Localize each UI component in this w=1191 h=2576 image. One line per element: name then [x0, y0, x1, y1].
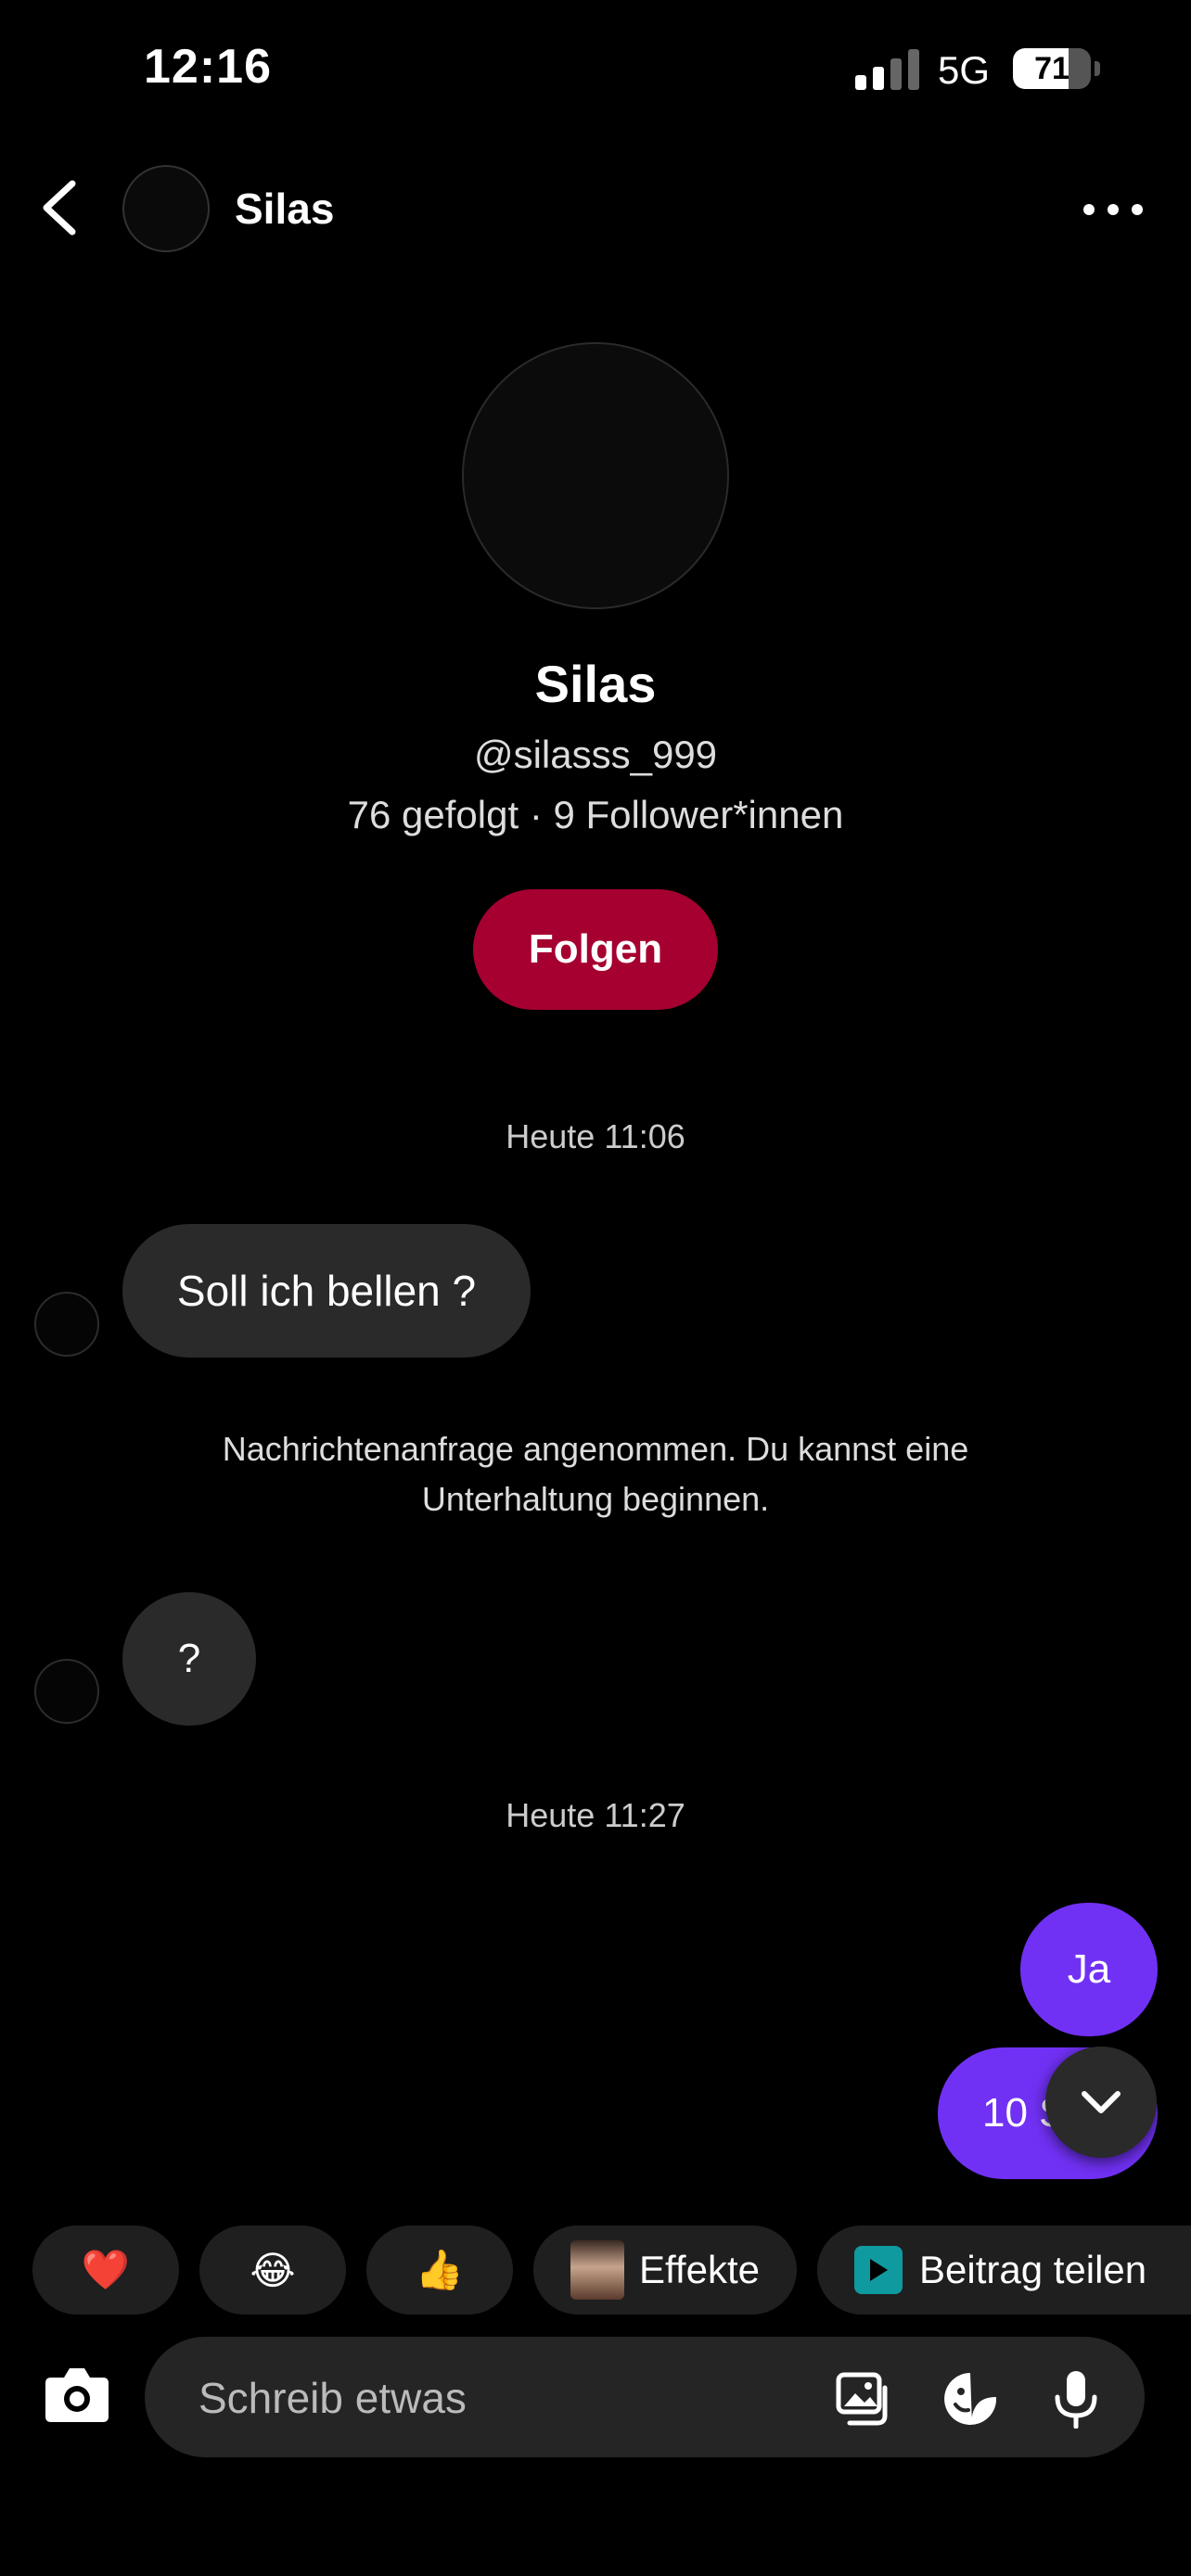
sender-avatar[interactable] [34, 1659, 99, 1724]
play-icon [854, 2246, 903, 2294]
battery-icon: 71 [1013, 48, 1091, 89]
follow-button[interactable]: Folgen [473, 889, 718, 1010]
reaction-heart[interactable]: ❤️ [32, 2225, 179, 2315]
chevron-down-icon [1082, 2091, 1121, 2113]
mic-icon[interactable] [1046, 2369, 1106, 2429]
message-composer [145, 2337, 1145, 2459]
message-input[interactable] [197, 2337, 794, 2459]
reaction-thumbs-up[interactable]: 👍 [366, 2225, 513, 2315]
back-icon[interactable] [37, 178, 83, 237]
system-note: Nachrichtenanfrage angenommen. Du kannst… [0, 1424, 1191, 1524]
incoming-message[interactable]: ? [122, 1592, 256, 1726]
profile-name: Silas [534, 655, 657, 713]
camera-icon[interactable] [44, 2363, 110, 2424]
sticker-icon[interactable] [941, 2369, 1000, 2429]
outgoing-message[interactable]: Ja [1020, 1903, 1158, 2036]
incoming-message[interactable]: Soll ich bellen ? [122, 1224, 531, 1358]
chat-timestamp: Heute 11:27 [506, 1796, 685, 1834]
signal-icon [855, 49, 919, 90]
effects-thumbnail [570, 2240, 624, 2300]
profile-avatar[interactable] [462, 342, 729, 609]
system-note-line: Unterhaltung beginnen. [421, 1480, 770, 1518]
profile-handle: @silasss_999 [473, 733, 718, 776]
header-avatar[interactable] [122, 165, 210, 252]
share-post-chip[interactable]: Beitrag teilen [817, 2225, 1191, 2315]
battery-tip [1095, 61, 1100, 76]
network-type: 5G [938, 48, 991, 92]
scroll-to-bottom-button[interactable] [1045, 2047, 1157, 2158]
chat-timestamp: Heute 11:06 [506, 1117, 685, 1155]
image-icon[interactable] [835, 2369, 894, 2429]
effects-label: Effekte [639, 2248, 760, 2291]
system-note-line: Nachrichtenanfrage angenommen. Du kannst… [222, 1430, 969, 1468]
profile-stats: 76 gefolgt · 9 Follower*innen [347, 793, 844, 836]
sender-avatar[interactable] [34, 1292, 99, 1357]
more-icon[interactable] [1083, 204, 1143, 215]
battery-percent: 71 [1034, 51, 1069, 86]
reaction-laugh[interactable]: 😂 [199, 2225, 346, 2315]
share-post-label: Beitrag teilen [919, 2248, 1147, 2291]
status-time: 12:16 [144, 40, 272, 94]
effects-chip[interactable]: Effekte [533, 2225, 797, 2315]
header-name[interactable]: Silas [235, 184, 334, 234]
